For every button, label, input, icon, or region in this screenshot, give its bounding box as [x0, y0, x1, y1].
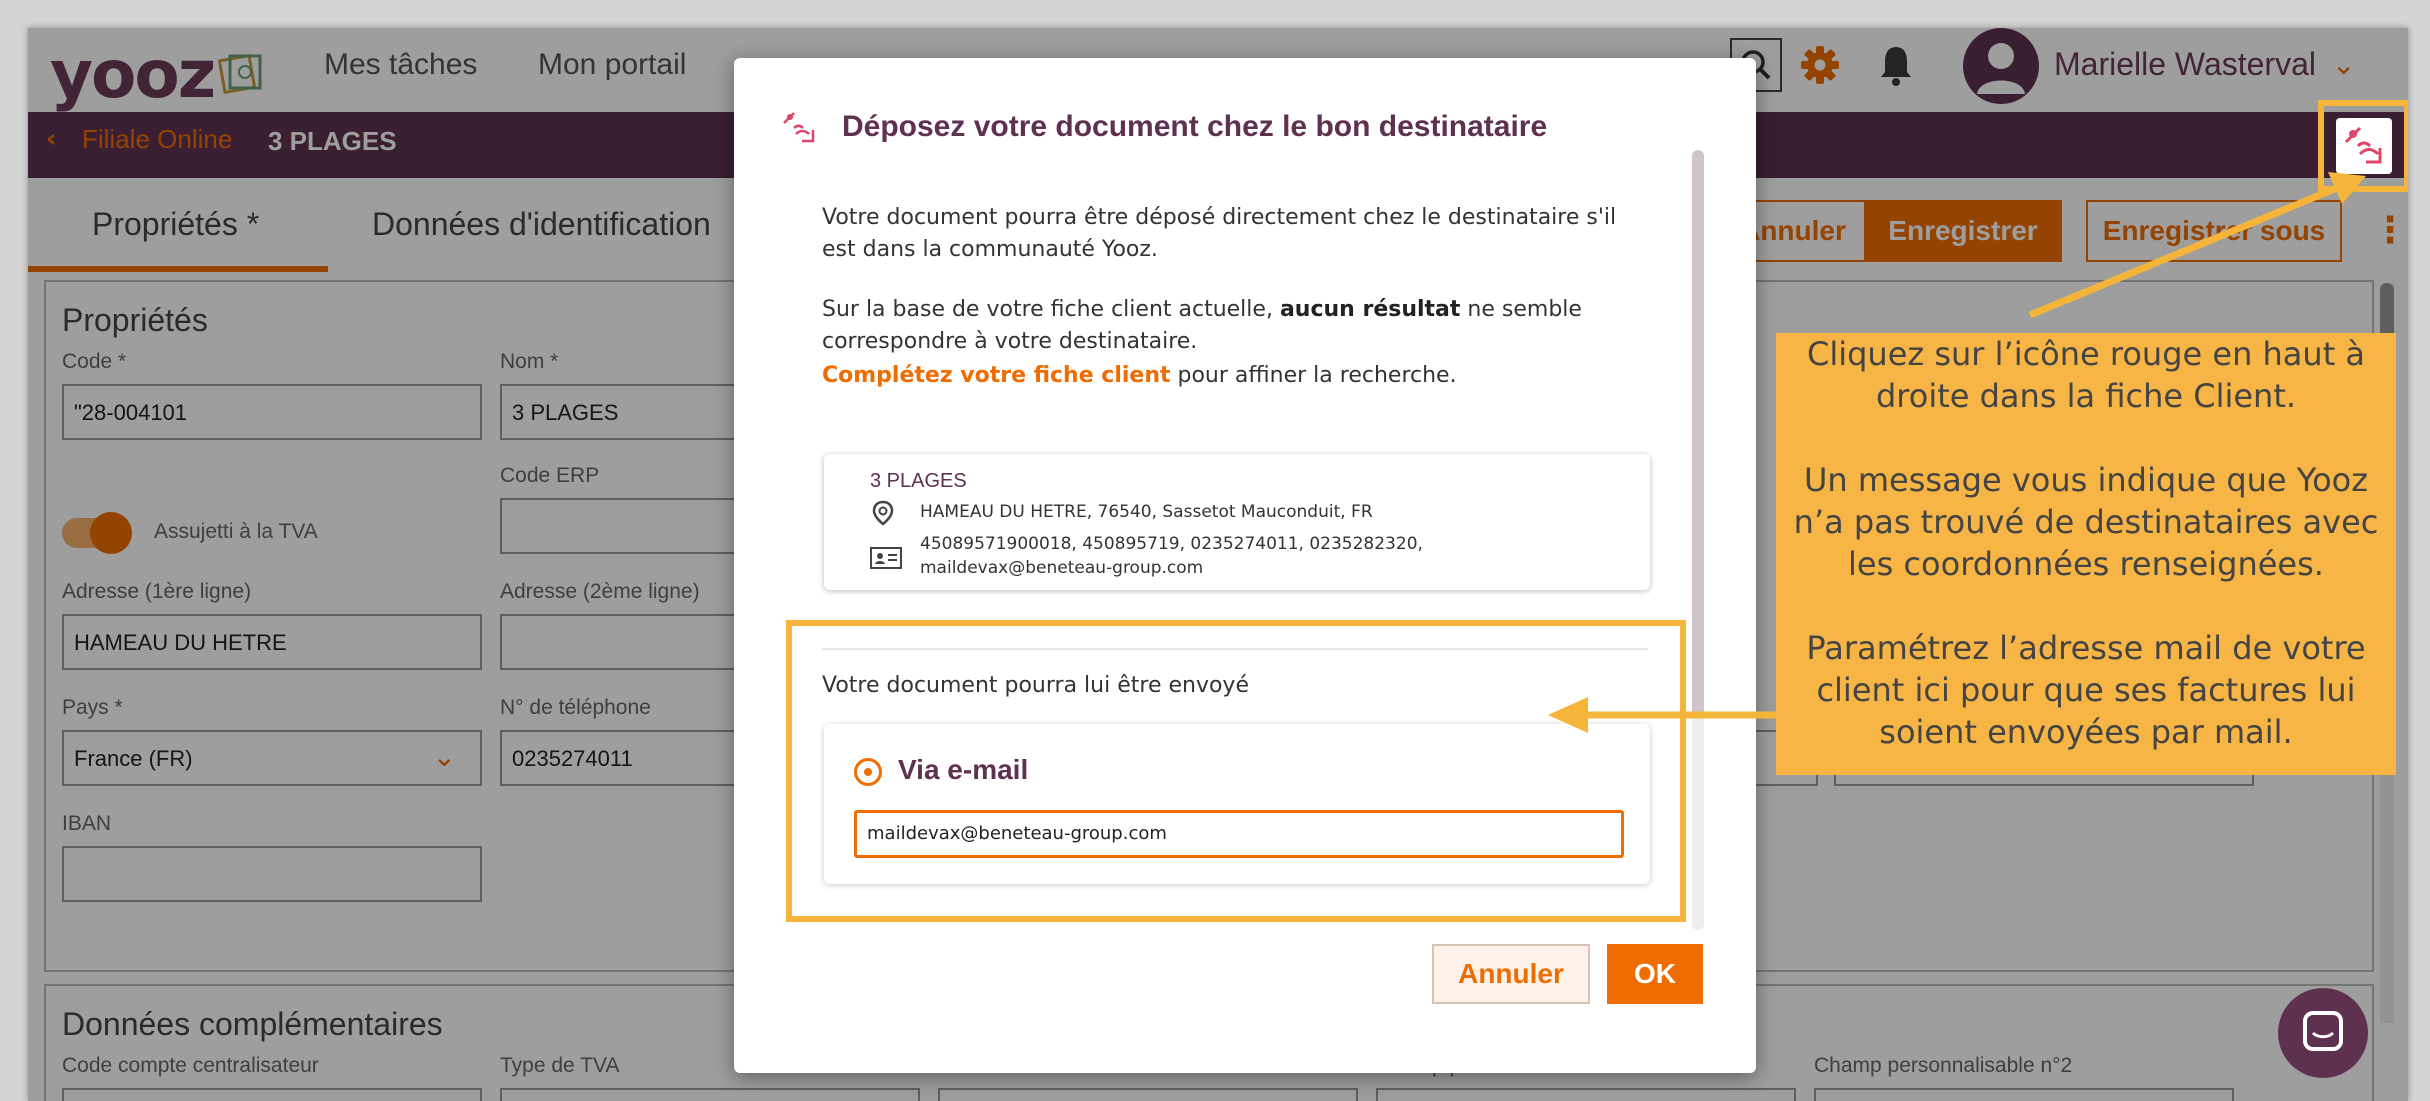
no-result-prefix: Sur la base de votre fiche client actuel… — [822, 297, 1280, 322]
client-card-name: 3 PLAGES — [870, 470, 967, 492]
chat-icon — [2303, 1011, 2343, 1051]
send-signal-icon — [783, 112, 815, 143]
modal-cancel-button[interactable]: Annuler — [1432, 944, 1590, 1004]
modal-scrollbar-thumb[interactable] — [1692, 150, 1704, 716]
callout-text: Cliquez sur l’icône rouge en haut à droi… — [1793, 335, 2379, 751]
modal-title: Déposez votre document chez le bon desti… — [842, 110, 1548, 143]
complete-hint-suffix: pour affiner la recherche. — [1170, 363, 1457, 388]
recipient-modal: Déposez votre document chez le bon desti… — [734, 58, 1756, 1073]
modal-no-result-text: Sur la base de votre fiche client actuel… — [822, 294, 1642, 358]
email-highlight-box — [786, 620, 1686, 922]
chat-button[interactable] — [2278, 988, 2368, 1078]
location-pin-icon — [872, 500, 894, 526]
client-card-address: HAMEAU DU HETRE, 76540, Sassetot Maucond… — [920, 502, 1373, 522]
tutorial-callout: Cliquez sur l’icône rouge en haut à droi… — [1776, 333, 2396, 775]
modal-complete-hint: Complétez votre fiche client pour affine… — [822, 360, 1642, 392]
complete-client-link[interactable]: Complétez votre fiche client — [822, 363, 1171, 388]
id-card-icon — [870, 547, 902, 569]
no-result-bold: aucun résultat — [1279, 297, 1461, 322]
client-card-email: maildevax@beneteau-group.com — [920, 558, 1204, 578]
client-card: 3 PLAGES HAMEAU DU HETRE, 76540, Sasseto… — [824, 454, 1650, 590]
client-card-ids: 45089571900018, 450895719, 0235274011, 0… — [920, 534, 1423, 554]
modal-ok-button[interactable]: OK — [1607, 944, 1703, 1004]
send-button-highlight-box — [2318, 100, 2408, 192]
app-window: yooz Mes tâches Mon portail Marielle Was… — [28, 28, 2408, 1101]
modal-intro: Votre document pourra être déposé direct… — [822, 205, 1617, 262]
